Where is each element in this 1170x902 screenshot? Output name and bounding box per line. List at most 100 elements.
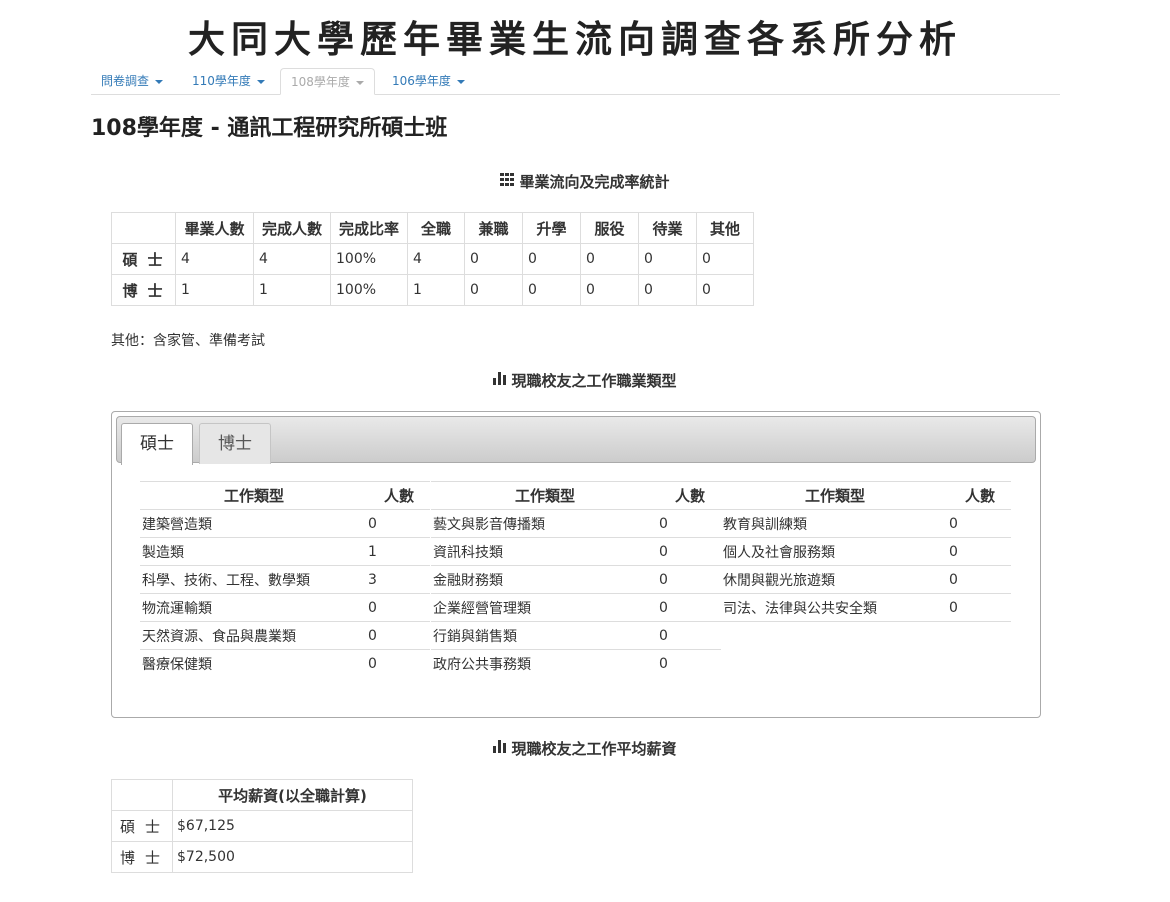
row-label: 碩士	[111, 810, 173, 842]
column-header: 完成比率	[330, 212, 408, 244]
column-header: 工作類型	[140, 481, 368, 510]
row-label: 碩士	[111, 243, 176, 275]
caret-down-icon	[355, 80, 364, 85]
salary-value: $72,500	[172, 841, 413, 873]
section-heading-text: 畢業流向及完成率統計	[519, 173, 670, 191]
column-header: 人數	[659, 481, 721, 510]
nav-tab-label: 110學年度	[192, 74, 251, 88]
column-header: 兼職	[464, 212, 523, 244]
column-header: 全職	[407, 212, 465, 244]
bar-chart-icon	[493, 737, 507, 759]
other-note: 其他：含家管、準備考試	[111, 333, 265, 349]
nav-tab-110[interactable]: 110學年度	[182, 68, 275, 94]
job-type: 金融財務類	[431, 565, 659, 594]
nav-tab-label: 106學年度	[392, 74, 451, 88]
job-count: 0	[949, 509, 1011, 538]
job-type: 休閒與觀光旅遊類	[721, 565, 949, 594]
table-cell: 0	[464, 243, 523, 275]
job-count: 0	[949, 537, 1011, 566]
job-type: 教育與訓練類	[721, 509, 949, 538]
job-type: 個人及社會服務類	[721, 537, 949, 566]
job-type: 天然資源、食品與農業類	[140, 621, 368, 650]
nav-tab-106[interactable]: 106學年度	[382, 68, 475, 94]
table-header-row: 畢業人數 完成人數 完成比率 全職 兼職 升學 服役 待業 其他	[111, 212, 754, 244]
job-type: 醫療保健類	[142, 656, 212, 673]
column-header: 待業	[638, 212, 697, 244]
job-count: 0	[949, 565, 1011, 594]
table-cell: 1	[175, 274, 254, 306]
column-header: 升學	[522, 212, 581, 244]
column-header: 平均薪資(以全職計算)	[172, 779, 413, 811]
table-cell: 4	[407, 243, 465, 275]
graduation-stats-heading: 畢業流向及完成率統計	[0, 171, 1170, 194]
table-cell: 0	[696, 274, 754, 306]
table-row: 建築營造類 0	[140, 509, 430, 538]
column-header: 完成人數	[253, 212, 331, 244]
bar-chart-icon	[493, 369, 507, 391]
page: 大同大學歷年畢業生流向調查各系所分析 問卷調查 110學年度 108學年度 10…	[0, 0, 1170, 902]
job-type: 行銷與銷售類	[431, 621, 659, 650]
job-count: 0	[659, 621, 721, 650]
job-types-column-1: 工作類型 人數 建築營造類 0 製造類 1 科學、技術、工程、數學類 3 物流運輸類 0…	[140, 481, 430, 677]
table-cell: 1	[253, 274, 331, 306]
job-type: 科學、技術、工程、數學類	[140, 565, 368, 594]
job-count: 3	[368, 565, 430, 594]
table-row: 企業經營管理類 0	[431, 593, 721, 622]
table-cell: 100%	[330, 274, 408, 306]
job-types-column-3: 工作類型 人數 教育與訓練類 0 個人及社會服務類 0 休閒與觀光旅遊類 0 司法、法…	[721, 481, 1011, 622]
column-header: 其他	[696, 212, 754, 244]
nav-tab-108[interactable]: 108學年度	[280, 68, 375, 95]
job-count: 0	[368, 509, 430, 538]
table-cell: 0	[464, 274, 523, 306]
table-row: 休閒與觀光旅遊類 0	[721, 565, 1011, 594]
table-cell: 0	[696, 243, 754, 275]
column-header	[111, 779, 173, 811]
table-cell: 0	[638, 274, 697, 306]
tab-master[interactable]: 碩士	[121, 423, 193, 465]
column-header: 人數	[949, 481, 1011, 510]
table-cell: 0	[522, 274, 581, 306]
table-row: 教育與訓練類 0	[721, 509, 1011, 538]
table-row: 科學、技術、工程、數學類 3	[140, 565, 430, 594]
table-row: 行銷與銷售類 0	[431, 621, 721, 650]
nav-tab-label: 問卷調查	[101, 74, 150, 88]
table-cell: 100%	[330, 243, 408, 275]
table-cell: 4	[253, 243, 331, 275]
table-cell: 0	[522, 243, 581, 275]
nav-tab-survey[interactable]: 問卷調查	[91, 68, 173, 94]
table-row: 資訊科技類 0	[431, 537, 721, 566]
table-row: 醫療保健類 0	[140, 650, 430, 678]
table-row: 博士 1 1 100% 1 0 0 0 0 0	[111, 274, 754, 306]
job-count: 0	[659, 593, 721, 622]
grid-icon	[500, 170, 515, 192]
table-header-row: 工作類型 人數	[140, 481, 430, 510]
table-cell: 1	[407, 274, 465, 306]
salary-table: 平均薪資(以全職計算) 碩士 $67,125 博士 $72,500	[111, 779, 413, 873]
site-title: 大同大學歷年畢業生流向調查各系所分析	[188, 18, 962, 61]
column-header: 服役	[580, 212, 639, 244]
section-heading-text: 現職校友之工作職業類型	[511, 372, 677, 390]
job-count: 0	[949, 593, 1011, 622]
job-count: 0	[368, 593, 430, 622]
section-heading-text: 現職校友之工作平均薪資	[511, 740, 677, 758]
column-header: 人數	[368, 481, 430, 510]
table-row: 金融財務類 0	[431, 565, 721, 594]
salary-heading: 現職校友之工作平均薪資	[0, 738, 1170, 761]
table-header-row: 工作類型 人數	[431, 481, 721, 510]
job-type: 資訊科技類	[431, 537, 659, 566]
tab-doctor[interactable]: 博士	[199, 423, 271, 464]
job-count: 0	[368, 621, 430, 650]
tab-strip: 碩士 博士	[116, 416, 1036, 465]
caret-down-icon	[155, 79, 164, 84]
job-type: 司法、法律與公共安全類	[721, 593, 949, 622]
table-cell: 4	[175, 243, 254, 275]
job-type: 物流運輸類	[140, 593, 368, 622]
table-cell: 0	[580, 274, 639, 306]
caret-down-icon	[456, 79, 465, 84]
table-header-row: 工作類型 人數	[721, 481, 1011, 510]
table-row: 藝文與影音傳播類 0	[431, 509, 721, 538]
graduation-stats-table: 畢業人數 完成人數 完成比率 全職 兼職 升學 服役 待業 其他 碩士 4 4 …	[111, 212, 754, 306]
job-count: 1	[368, 537, 430, 566]
job-types-column-2: 工作類型 人數 藝文與影音傳播類 0 資訊科技類 0 金融財務類 0 企業經營管理類 0…	[431, 481, 721, 677]
table-header-row: 平均薪資(以全職計算)	[111, 779, 413, 811]
